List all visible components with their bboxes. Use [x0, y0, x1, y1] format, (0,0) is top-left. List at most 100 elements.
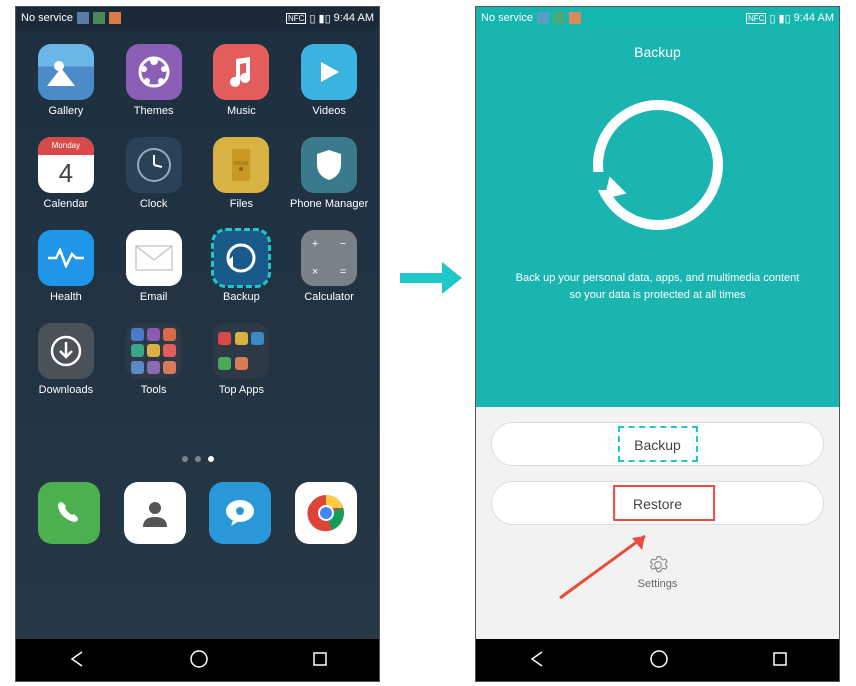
nfc-icon: NFC [286, 13, 306, 24]
app-label: Themes [134, 105, 174, 117]
chrome-icon[interactable] [295, 482, 357, 544]
sim-icon: ▯ [769, 12, 775, 25]
contacts-icon[interactable] [124, 482, 186, 544]
recent-button[interactable] [772, 651, 788, 672]
calculator-icon: +−×= [301, 230, 357, 286]
backup-header: Backup Back up your personal data, apps,… [476, 29, 839, 407]
gallery-icon [38, 44, 94, 100]
app-phone-manager[interactable]: Phone Manager [289, 137, 369, 210]
app-label: Calculator [304, 291, 354, 303]
status-icon [77, 12, 89, 24]
back-button[interactable] [528, 650, 546, 673]
clock-label: 9:44 AM [794, 12, 834, 24]
status-icon [109, 12, 121, 24]
app-health[interactable]: Health [26, 230, 106, 303]
app-label: Files [230, 198, 253, 210]
button-label: Restore [633, 496, 682, 512]
backup-actions: Backup Restore Settings [476, 407, 839, 639]
app-label: Phone Manager [290, 198, 368, 210]
status-bar: No service NFC ▯ ▮▯ 9:44 AM [16, 7, 379, 29]
flow-arrow-icon [398, 258, 464, 303]
nav-bar [16, 639, 379, 682]
app-calculator[interactable]: +−×= Calculator [289, 230, 369, 303]
themes-icon [126, 44, 182, 100]
app-tools-folder[interactable]: Tools [114, 323, 194, 396]
restore-button[interactable]: Restore [491, 481, 824, 525]
email-icon [126, 230, 182, 286]
shield-icon [301, 137, 357, 193]
recent-button[interactable] [312, 651, 328, 672]
calendar-icon: Monday 4 [38, 137, 94, 193]
app-downloads[interactable]: Downloads [26, 323, 106, 396]
folder-icon [213, 323, 269, 379]
dot-active [208, 456, 214, 462]
app-videos[interactable]: Videos [289, 44, 369, 117]
home-button[interactable] [649, 649, 669, 674]
health-icon [38, 230, 94, 286]
settings-link[interactable]: Settings [491, 555, 824, 590]
videos-icon [301, 44, 357, 100]
folder-icon [126, 323, 182, 379]
home-button[interactable] [189, 649, 209, 674]
service-label: No service [21, 12, 73, 24]
app-label: Downloads [39, 384, 93, 396]
app-files[interactable]: Files [202, 137, 282, 210]
app-label: Videos [312, 105, 345, 117]
desc-line: so your data is protected at all times [501, 287, 814, 304]
calendar-day: 4 [59, 155, 73, 193]
app-email[interactable]: Email [114, 230, 194, 303]
phone-home: No service NFC ▯ ▮▯ 9:44 AM Gallery [15, 6, 380, 682]
nav-bar [476, 639, 839, 682]
music-icon [213, 44, 269, 100]
app-label: Email [140, 291, 168, 303]
app-themes[interactable]: Themes [114, 44, 194, 117]
app-top-apps-folder[interactable]: Top Apps [202, 323, 282, 396]
home-body: Gallery Themes Music Videos [16, 29, 379, 639]
backup-icon [213, 230, 269, 286]
backup-button[interactable]: Backup [491, 422, 824, 466]
app-clock[interactable]: Clock [114, 137, 194, 210]
battery-icon: ▮▯ [779, 12, 791, 25]
status-icon [537, 12, 549, 24]
gear-icon [648, 555, 668, 575]
app-label: Health [50, 291, 82, 303]
button-label: Backup [634, 437, 681, 453]
app-label: Gallery [48, 105, 83, 117]
app-label: Tools [141, 384, 167, 396]
dot [195, 456, 201, 462]
battery-icon: ▮▯ [319, 12, 331, 25]
page-indicator [26, 456, 369, 462]
settings-label: Settings [491, 578, 824, 590]
backup-hero-icon [593, 100, 723, 230]
clock-label: 9:44 AM [334, 12, 374, 24]
dock [26, 482, 369, 549]
messages-icon[interactable] [209, 482, 271, 544]
app-label: Calendar [44, 198, 89, 210]
app-label: Music [227, 105, 256, 117]
status-icon [553, 12, 565, 24]
clock-icon [126, 137, 182, 193]
phone-icon[interactable] [38, 482, 100, 544]
back-button[interactable] [68, 650, 86, 673]
app-backup[interactable]: Backup [202, 230, 282, 303]
downloads-icon [38, 323, 94, 379]
service-label: No service [481, 12, 533, 24]
status-icon [93, 12, 105, 24]
dot [182, 456, 188, 462]
phone-backup: No service NFC ▯ ▮▯ 9:44 AM Backup Back … [475, 6, 840, 682]
status-icon [569, 12, 581, 24]
page-title: Backup [476, 44, 839, 60]
sim-icon: ▯ [309, 12, 315, 25]
app-label: Clock [140, 198, 168, 210]
app-music[interactable]: Music [202, 44, 282, 117]
backup-description: Back up your personal data, apps, and mu… [476, 270, 839, 303]
status-bar: No service NFC ▯ ▮▯ 9:44 AM [476, 7, 839, 29]
nfc-icon: NFC [746, 13, 766, 24]
calendar-weekday: Monday [38, 137, 94, 155]
app-calendar[interactable]: Monday 4 Calendar [26, 137, 106, 210]
app-grid: Gallery Themes Music Videos [26, 44, 369, 396]
app-gallery[interactable]: Gallery [26, 44, 106, 117]
files-icon [213, 137, 269, 193]
app-label: Backup [223, 291, 260, 303]
app-label: Top Apps [219, 384, 264, 396]
